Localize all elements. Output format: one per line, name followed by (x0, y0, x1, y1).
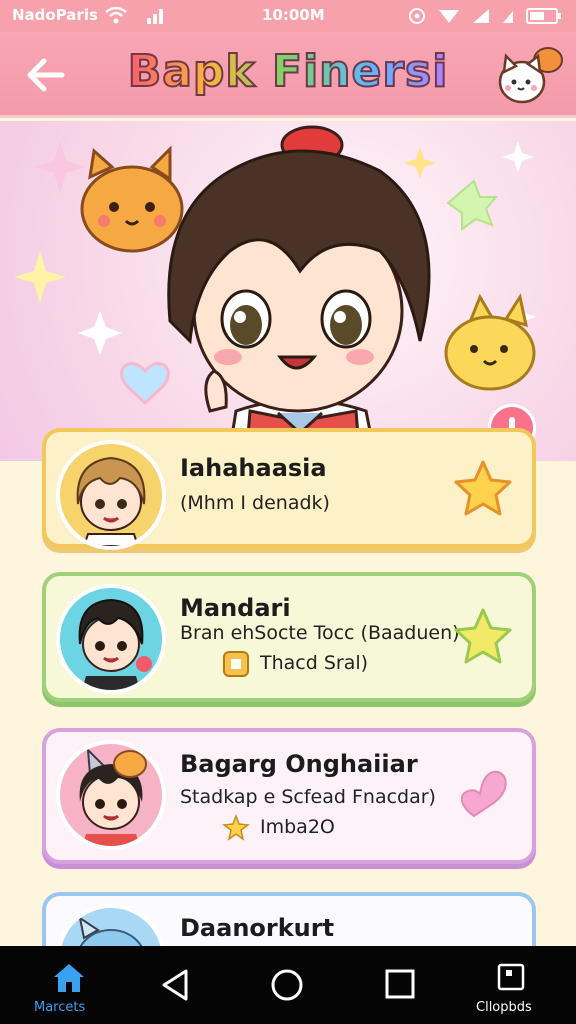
status-bar: NadoParis 10:00M (0, 0, 576, 32)
orange-cat-icon (80, 145, 184, 253)
cat-mascot-icon (498, 47, 563, 104)
favorite-button[interactable] (452, 762, 514, 824)
heart-icon (460, 770, 507, 818)
heart-icon (120, 362, 170, 406)
nav-back-button[interactable] (150, 946, 200, 1024)
mascot-button[interactable] (492, 38, 564, 110)
item-title: Daanorkurt (180, 914, 335, 942)
star-icon (454, 460, 512, 516)
signal-icon (147, 9, 163, 24)
alarm-icon (409, 8, 425, 24)
avatar (56, 440, 166, 550)
list-item[interactable]: Mandari Bran ehSocte Tocc (Baaduen) Thac… (42, 572, 536, 702)
home-icon (54, 964, 84, 992)
wifi-icon (105, 6, 127, 24)
item-detail: Thacd Sral) (260, 652, 369, 674)
nav-clipboard-label: Cllopbds (476, 1000, 532, 1015)
list-item[interactable]: Bagarg Onghaiiar Stadkap e Scfead Fnacda… (42, 728, 536, 864)
circle-home-icon (271, 969, 303, 1001)
flower-icon (222, 814, 250, 841)
app-header: Bapk Finersi (0, 32, 576, 118)
list-item[interactable]: Iahahaasia (Mhm I denadk) (42, 428, 536, 550)
item-title: Mandari (180, 594, 291, 622)
nav-home-circle-button[interactable] (262, 946, 316, 1024)
favorite-button[interactable] (452, 606, 514, 668)
nav-recents-button[interactable] (374, 946, 428, 1024)
star-icon (454, 608, 512, 664)
item-detail: Imba2O (260, 816, 335, 838)
page-title: Bapk Finersi (0, 45, 576, 98)
nav-clipboard-button[interactable]: Cllopbds (470, 946, 560, 1024)
avatar (56, 740, 166, 850)
signal-icon (503, 11, 513, 23)
favorite-button[interactable] (452, 458, 514, 520)
triangle-back-icon (162, 969, 188, 1001)
hero-banner (0, 121, 576, 461)
avatar (56, 584, 166, 694)
item-subtitle: Stadkap e Scfead Fnacdar) (180, 786, 436, 808)
tag-icon (223, 651, 249, 677)
bottom-nav-bar: Marcets Cllopbds (0, 946, 576, 1024)
carrier-name: NadoParis (12, 6, 98, 24)
item-subtitle: (Mhm I denadk) (180, 492, 330, 514)
signal-icon (473, 9, 489, 23)
page-title-text: Bapk Finersi (127, 45, 449, 98)
nav-home-label: Marcets (34, 1000, 86, 1015)
square-recents-icon (385, 969, 415, 999)
wifi-icon (439, 10, 459, 23)
battery-icon (526, 8, 561, 24)
hero-illustration (14, 125, 536, 461)
nav-home-button[interactable]: Marcets (24, 946, 120, 1024)
chick-icon (444, 293, 536, 391)
item-subtitle: Bran ehSocte Tocc (Baaduen) (180, 622, 460, 644)
character-illustration (167, 125, 431, 461)
clipboard-icon (497, 963, 525, 991)
item-title: Iahahaasia (180, 454, 327, 482)
item-title: Bagarg Onghaiiar (180, 750, 418, 778)
status-time: 10:00M (262, 6, 325, 24)
